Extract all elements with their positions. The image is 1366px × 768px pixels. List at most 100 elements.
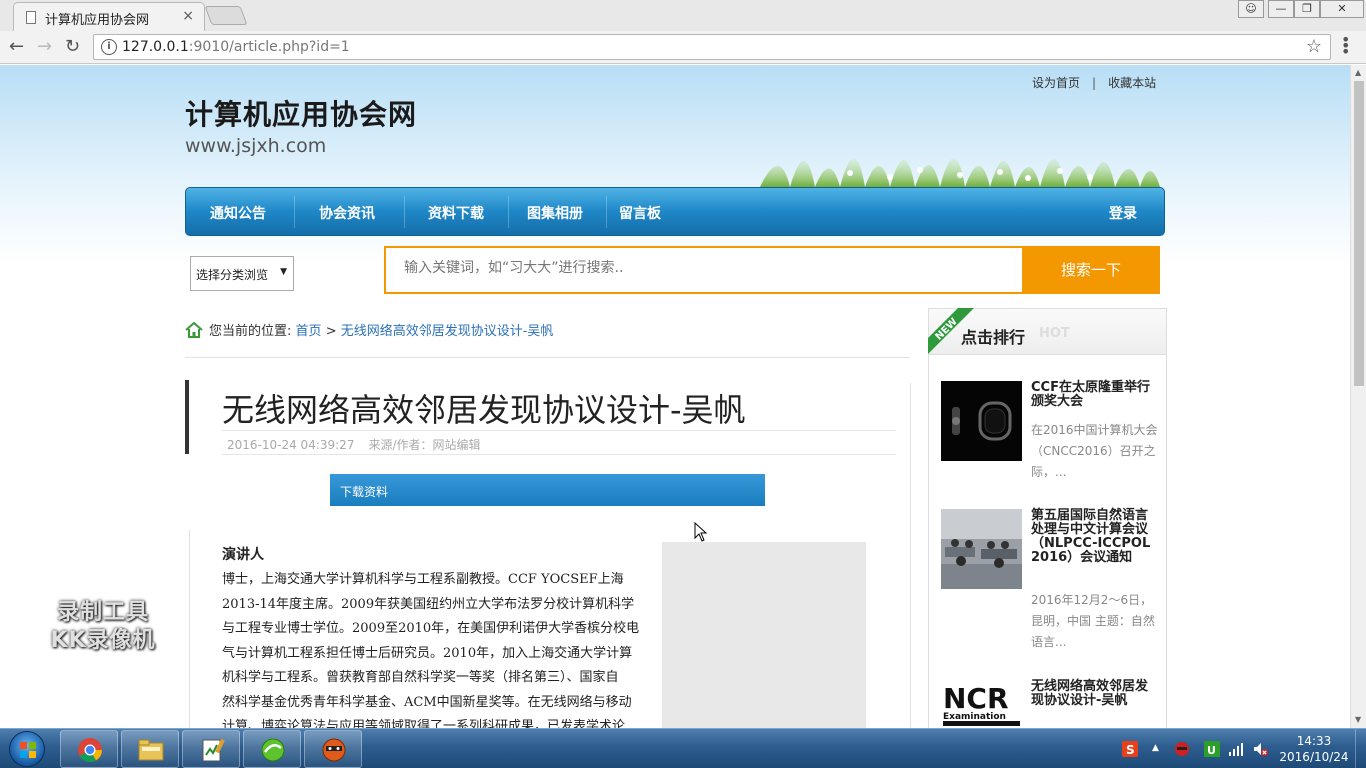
forward-icon[interactable]: → xyxy=(37,36,52,57)
taskbar-chrome[interactable] xyxy=(60,730,118,768)
show-desktop-button[interactable] xyxy=(1355,729,1366,768)
new-tab-button[interactable] xyxy=(204,6,248,25)
ranking-item[interactable]: NCR Examination 无线网络高效邻居发现协议设计-吴帆 xyxy=(941,680,1161,728)
divider xyxy=(222,430,896,431)
ranking-item[interactable]: 第五届国际自然语言处理与中文计算会议（NLPCC-ICCPOL 2016）会议通… xyxy=(941,509,1161,649)
article-meta: 2016-10-24 04:39:27 来源/作者：网站编辑 xyxy=(227,436,481,453)
nav-gallery[interactable]: 图集相册 xyxy=(527,203,583,223)
breadcrumb-prefix: 您当前的位置: xyxy=(209,324,292,339)
breadcrumb-separator: > xyxy=(325,324,337,339)
browser-toolbar: ← → ↻ i 127.0.0.1:9010/article.php?id=1 … xyxy=(0,31,1366,64)
ncr-exam-thumbnail[interactable]: NCR Examination xyxy=(941,680,1022,728)
info-icon[interactable]: i xyxy=(101,39,117,55)
ranking-item-title[interactable]: 无线网络高效邻居发现协议设计-吴帆 xyxy=(1031,680,1159,708)
back-icon[interactable]: ← xyxy=(9,36,24,57)
mouse-cursor-icon xyxy=(694,522,708,542)
app-tray-icon[interactable]: U xyxy=(1204,741,1220,757)
nav-login[interactable]: 登录 xyxy=(1109,203,1137,223)
classroom-thumbnail[interactable] xyxy=(941,509,1022,589)
home-icon xyxy=(185,322,203,338)
svg-text:NCR: NCR xyxy=(943,682,1009,715)
recorder-icon xyxy=(322,738,346,762)
bio-line: 博士，上海交通大学计算机科学与工程系副教授。CCF YOCSEF上海 xyxy=(222,572,624,587)
site-domain: www.jsjxh.com xyxy=(185,135,327,157)
divider xyxy=(910,383,911,728)
watch-thumbnail[interactable] xyxy=(941,381,1022,461)
divider xyxy=(222,454,896,455)
bookmark-site-link[interactable]: 收藏本站 xyxy=(1108,76,1156,90)
site-title[interactable]: 计算机应用协会网 xyxy=(185,93,417,133)
category-select[interactable]: 选择分类浏览 ▼ xyxy=(190,256,294,291)
nav-notices[interactable]: 通知公告 xyxy=(210,203,266,223)
recorder-watermark: 录制工具 KK录像机 xyxy=(33,599,173,655)
network-signal-icon[interactable] xyxy=(1228,741,1244,757)
minimize-button[interactable]: — xyxy=(1268,0,1294,18)
nav-divider xyxy=(606,196,607,228)
notepad-icon xyxy=(202,738,225,762)
nav-guestbook[interactable]: 留言板 xyxy=(619,203,661,223)
divider xyxy=(185,357,910,358)
reload-icon[interactable]: ↻ xyxy=(65,36,80,57)
bio-line: 与工程专业博士学位。2009至2010年，在美国伊利诺伊大学香槟分校电 xyxy=(222,621,640,636)
search-button[interactable]: 搜索一下 xyxy=(1022,246,1160,294)
sogou-ime-icon[interactable]: S xyxy=(1122,741,1138,757)
browser-tab[interactable]: 计算机应用协会网 × xyxy=(13,2,205,31)
search-box[interactable] xyxy=(384,246,1024,294)
top-links: 设为首页 | 收藏本站 xyxy=(1032,74,1156,91)
taskbar-app[interactable] xyxy=(243,730,301,768)
breadcrumb-current-link[interactable]: 无线网络高效邻居发现协议设计-吴帆 xyxy=(341,324,554,339)
nav-downloads[interactable]: 资料下载 xyxy=(428,203,484,223)
ranking-item-desc: 在2016中国计算机大会（CNCC2016）召开之际，... xyxy=(1031,423,1158,479)
close-window-button[interactable]: ✕ xyxy=(1320,0,1364,18)
set-homepage-link[interactable]: 设为首页 xyxy=(1032,76,1080,90)
url-text[interactable]: 127.0.0.1:9010/article.php?id=1 xyxy=(122,39,350,55)
scrollbar-thumb[interactable] xyxy=(1354,81,1364,386)
tab-close-icon[interactable]: × xyxy=(182,8,194,24)
ncr-logo-icon: NCR Examination xyxy=(941,680,1022,728)
download-materials-button[interactable]: 下载资料 xyxy=(330,474,765,506)
ranking-item-title[interactable]: 第五届国际自然语言处理与中文计算会议（NLPCC-ICCPOL 2016）会议通… xyxy=(1031,509,1159,565)
ranking-item[interactable]: CCF在太原隆重举行颁奖大会 在2016中国计算机大会（CNCC2016）召开之… xyxy=(941,381,1161,501)
speaker-heading: 演讲人 xyxy=(222,547,264,563)
profile-icon[interactable]: ☺ xyxy=(1238,0,1264,18)
search-input[interactable] xyxy=(404,260,1004,276)
breadcrumb: 您当前的位置: 首页 > 无线网络高效邻居发现协议设计-吴帆 xyxy=(185,320,553,339)
tray-expand-icon[interactable]: ▲ xyxy=(1152,743,1168,759)
breadcrumb-home-link[interactable]: 首页 xyxy=(296,324,322,339)
ranking-item-title[interactable]: CCF在太原隆重举行颁奖大会 xyxy=(1031,381,1159,409)
bio-line: 计算、博弈论算法与应用等领域取得了一系列科研成果，已发表学术论 xyxy=(222,719,626,728)
nav-divider xyxy=(508,196,509,228)
main-nav: 通知公告 协会资讯 资料下载 图集相册 留言板 登录 xyxy=(185,187,1165,236)
watermark-line: KK录像机 xyxy=(50,628,156,653)
article-title: 无线网络高效邻居发现协议设计-吴帆 xyxy=(222,391,746,429)
grass-decoration xyxy=(760,158,1160,187)
address-bar[interactable]: i 127.0.0.1:9010/article.php?id=1 ☆ xyxy=(93,34,1331,60)
svg-text:Examination: Examination xyxy=(943,712,1006,722)
security-tray-icon[interactable] xyxy=(1174,741,1190,757)
restore-button[interactable]: ❐ xyxy=(1294,0,1320,18)
click-ranking-panel: 点击排行 HOT NEW CCF在太原隆重举行颁奖大会 在2016中国计算机大会… xyxy=(928,308,1167,728)
classroom-photo-icon xyxy=(941,509,1022,589)
taskbar-editor[interactable] xyxy=(182,730,240,768)
taskbar-explorer[interactable] xyxy=(121,730,179,768)
tab-title: 计算机应用协会网 xyxy=(45,13,150,28)
page-icon xyxy=(26,11,36,24)
system-clock[interactable]: 14:33 2016/10/24 xyxy=(1278,733,1350,765)
page-scrollbar[interactable]: ▲ ▼ xyxy=(1350,65,1366,728)
bookmark-star-icon[interactable]: ☆ xyxy=(1306,36,1322,57)
speaker-bio: 博士，上海交通大学计算机科学与工程系副教授。CCF YOCSEF上海 2013-… xyxy=(222,568,658,728)
windows-logo-icon xyxy=(20,742,36,758)
scroll-up-icon[interactable]: ▲ xyxy=(1355,68,1361,77)
taskbar-recorder[interactable] xyxy=(304,730,362,768)
divider xyxy=(189,530,190,728)
browser-menu-icon[interactable]: • • • xyxy=(1341,32,1350,60)
bio-line: 然科学基金优秀青年科学基金、ACM中国新星奖等。在无线网络与移动 xyxy=(222,694,632,710)
hot-label: HOT xyxy=(1039,326,1070,341)
start-button[interactable] xyxy=(9,731,45,767)
image-placeholder xyxy=(662,542,866,728)
category-select-label: 选择分类浏览 xyxy=(196,268,269,282)
scroll-down-icon[interactable]: ▼ xyxy=(1355,715,1361,724)
nav-news[interactable]: 协会资讯 xyxy=(319,203,375,223)
folder-icon xyxy=(138,739,164,761)
volume-muted-icon[interactable] xyxy=(1252,741,1268,757)
